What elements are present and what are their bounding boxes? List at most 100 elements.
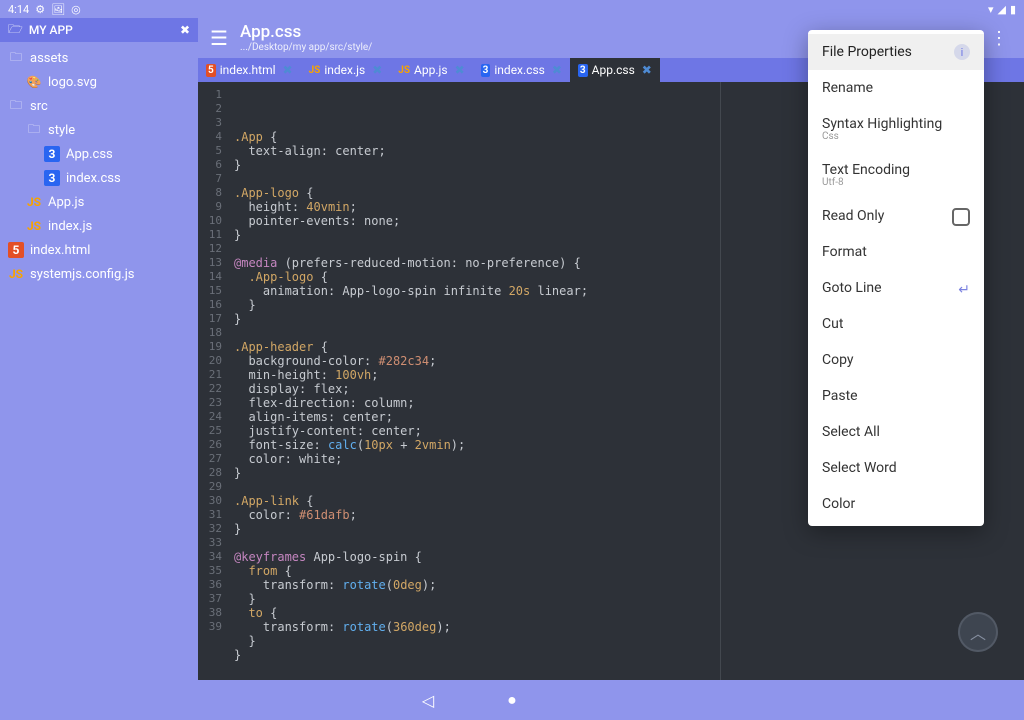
wifi-icon: ▾ [988, 3, 994, 16]
gear-icon: ⚙ [35, 3, 45, 16]
menu-item-label: Color [822, 496, 855, 512]
target-icon: ◎ [71, 3, 81, 16]
file-path: .../Desktop/my app/src/style/ [240, 42, 372, 53]
js-icon: JS [8, 266, 24, 282]
chevron-up-icon: ︿ [970, 620, 986, 644]
file-tree-label: assets [30, 51, 68, 66]
context-menu-item[interactable]: Rename [808, 70, 984, 106]
nav-home-icon[interactable]: ● [494, 690, 530, 710]
tab-close-icon[interactable]: ✖ [455, 63, 465, 77]
html-icon: 5 [206, 64, 216, 77]
file-tree-item[interactable]: 🎨 logo.svg [0, 70, 198, 94]
hamburger-menu-icon[interactable]: ☰ [210, 26, 228, 50]
editor-tab[interactable]: 3App.css✖ [570, 58, 660, 82]
file-tree-label: logo.svg [48, 75, 97, 90]
file-tree-label: index.css [66, 171, 121, 186]
css-icon: 3 [44, 146, 60, 162]
context-menu-item[interactable]: Format [808, 234, 984, 270]
file-tree: 🗀 assets 🎨 logo.svg 🗀 src 🗀 style 3 App.css 3 index… [0, 42, 198, 290]
close-project-icon[interactable]: ✖ [180, 23, 190, 37]
tab-close-icon[interactable]: ✖ [552, 63, 562, 77]
context-menu-item[interactable]: Copy [808, 342, 984, 378]
battery-icon: ▮ [1010, 3, 1016, 16]
js-icon: JS [309, 65, 321, 76]
menu-item-label: Copy [822, 352, 854, 368]
image-file-icon: 🎨 [26, 74, 42, 90]
context-menu-item[interactable]: Read Only [808, 198, 984, 234]
file-tree-label: systemjs.config.js [30, 267, 135, 282]
context-menu-item[interactable]: Paste [808, 378, 984, 414]
file-tree-item[interactable]: 3 App.css [0, 142, 198, 166]
android-navbar: ◁ ● [0, 680, 1024, 720]
popup-header-label: File Properties [822, 44, 912, 60]
js-icon: JS [26, 194, 42, 210]
menu-item-label: Read Only [822, 208, 884, 224]
menu-item-label: Select Word [822, 460, 897, 476]
editor-tab[interactable]: 3index.css✖ [473, 58, 570, 82]
nav-back-icon[interactable]: ◁ [410, 691, 446, 710]
tab-close-icon[interactable]: ✖ [283, 63, 293, 77]
tab-label: App.js [414, 63, 448, 77]
file-tree-label: style [48, 123, 75, 138]
editor-tab[interactable]: 5 index.html ✖ [198, 58, 301, 82]
tab-close-icon[interactable]: ✖ [642, 63, 652, 77]
file-tree-item[interactable]: 3 index.css [0, 166, 198, 190]
file-tree-item[interactable]: 🗀 src [0, 94, 198, 118]
folder-icon: 🗀 [26, 122, 42, 138]
css-icon: 3 [481, 64, 491, 77]
context-menu: File Properties i RenameSyntax Highlight… [808, 30, 984, 526]
menu-item-label: Cut [822, 316, 843, 332]
context-menu-item[interactable]: Syntax HighlightingCss [808, 106, 984, 152]
file-title: App.css [240, 23, 372, 42]
info-icon[interactable]: i [954, 44, 970, 60]
menu-item-label: Select All [822, 424, 880, 440]
title-block: App.css .../Desktop/my app/src/style/ [240, 23, 372, 53]
file-tree-label: index.js [48, 219, 92, 234]
tab-label: App.css [592, 63, 635, 77]
file-explorer-sidebar: 🗁 MY APP ✖ 🗀 assets 🎨 logo.svg 🗀 src 🗀 style 3 Ap… [0, 18, 198, 680]
menu-item-sub: Css [822, 131, 970, 142]
file-tree-item[interactable]: JS index.js [0, 214, 198, 238]
context-menu-item[interactable]: Select Word [808, 450, 984, 486]
popup-header[interactable]: File Properties i [808, 34, 984, 70]
menu-item-sub: Utf-8 [822, 177, 970, 188]
editor-tab[interactable]: JSindex.js ✖ [301, 58, 391, 82]
context-menu-item[interactable]: Select All [808, 414, 984, 450]
enter-icon: ↵ [958, 282, 970, 298]
context-menu-item[interactable]: Goto Line ↵ [808, 270, 984, 306]
tab-label: index.js [324, 63, 365, 77]
file-tree-item[interactable]: 🗀 assets [0, 46, 198, 70]
scroll-fab[interactable]: ︿ [958, 612, 998, 652]
folder-icon: 🗀 [8, 98, 24, 114]
checkbox[interactable] [952, 208, 970, 226]
file-tree-item[interactable]: JS systemjs.config.js [0, 262, 198, 286]
project-title: MY APP [29, 23, 73, 37]
status-time: 4:14 [8, 3, 29, 16]
menu-item-label: Text Encoding [822, 162, 910, 178]
file-tree-item[interactable]: 5index.html [0, 238, 198, 262]
menu-item-label: Goto Line [822, 280, 882, 296]
context-menu-item[interactable]: Color [808, 486, 984, 522]
folder-icon: 🗀 [8, 50, 24, 66]
file-tree-label: App.js [48, 195, 84, 210]
tab-label: index.html [220, 63, 276, 77]
context-menu-item[interactable]: Text EncodingUtf-8 [808, 152, 984, 198]
js-icon: JS [26, 218, 42, 234]
menu-item-label: Syntax Highlighting [822, 116, 942, 132]
menu-item-label: Paste [822, 388, 858, 404]
file-tree-label: src [30, 99, 48, 114]
sidebar-header[interactable]: 🗁 MY APP ✖ [0, 18, 198, 42]
menu-item-label: Format [822, 244, 867, 260]
file-tree-item[interactable]: JS App.js [0, 190, 198, 214]
image-icon: 🖼 [51, 3, 65, 16]
editor-tab[interactable]: JS App.js ✖ [390, 58, 472, 82]
css-icon: 3 [44, 170, 60, 186]
overflow-menu-icon[interactable]: ⋮ [986, 28, 1012, 49]
js-icon: JS [398, 65, 410, 76]
file-tree-item[interactable]: 🗀 style [0, 118, 198, 142]
tab-close-icon[interactable]: ✖ [372, 63, 382, 77]
context-menu-item[interactable]: Cut [808, 306, 984, 342]
html-icon: 5 [8, 242, 24, 258]
file-tree-label: App.css [66, 147, 113, 162]
line-gutter: 1234567891011121314151617181920212223242… [198, 82, 228, 680]
